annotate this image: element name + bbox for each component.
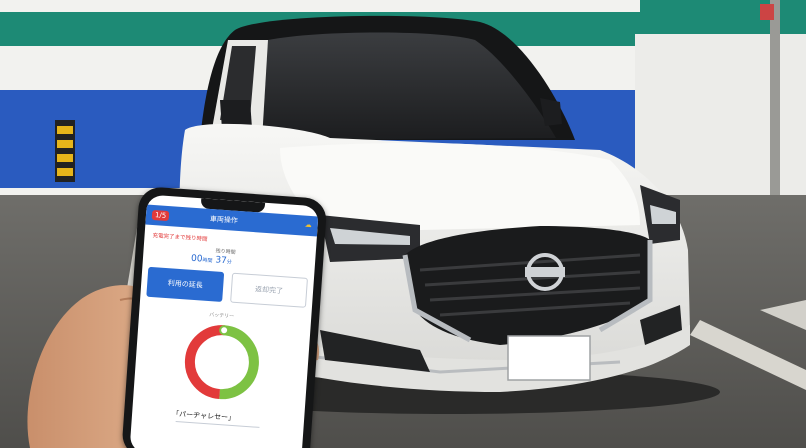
wall-pipe	[770, 0, 780, 200]
wall-green-stripe-right	[640, 0, 806, 34]
phone-screen: 1/5 車両操作 ☁ 充電完了まで残り時間 残り時間 00時間 37分 利用の延…	[129, 194, 320, 448]
status-underline	[175, 421, 260, 428]
return-button-label: 返却完了	[254, 285, 284, 296]
wall-alarm	[760, 4, 774, 20]
extend-button-label: 利用の延長	[167, 279, 203, 290]
ring-marker	[219, 325, 230, 336]
time-hours-unit: 時間	[202, 257, 213, 265]
smartphone: 1/5 車両操作 ☁ 充電完了まで残り時間 残り時間 00時間 37分 利用の延…	[121, 186, 328, 448]
cloud-icon: ☁	[304, 220, 312, 230]
extend-button[interactable]: 利用の延長	[146, 266, 225, 303]
header-badge: 1/5	[151, 209, 170, 222]
header-title: 車両操作	[209, 214, 239, 225]
return-button[interactable]: 返却完了	[230, 272, 308, 308]
time-minutes-unit: 分	[226, 259, 232, 266]
battery-ring	[184, 325, 259, 400]
caution-bollard	[55, 120, 75, 182]
pillar	[635, 34, 806, 204]
photo-scene: 1/5 車両操作 ☁ 充電完了まで残り時間 残り時間 00時間 37分 利用の延…	[0, 0, 806, 448]
parking-garage-photo	[0, 0, 806, 448]
time-minutes: 37	[214, 255, 228, 267]
time-label: 残り時間	[215, 248, 236, 256]
time-readout: 00時間 37分	[191, 254, 232, 267]
